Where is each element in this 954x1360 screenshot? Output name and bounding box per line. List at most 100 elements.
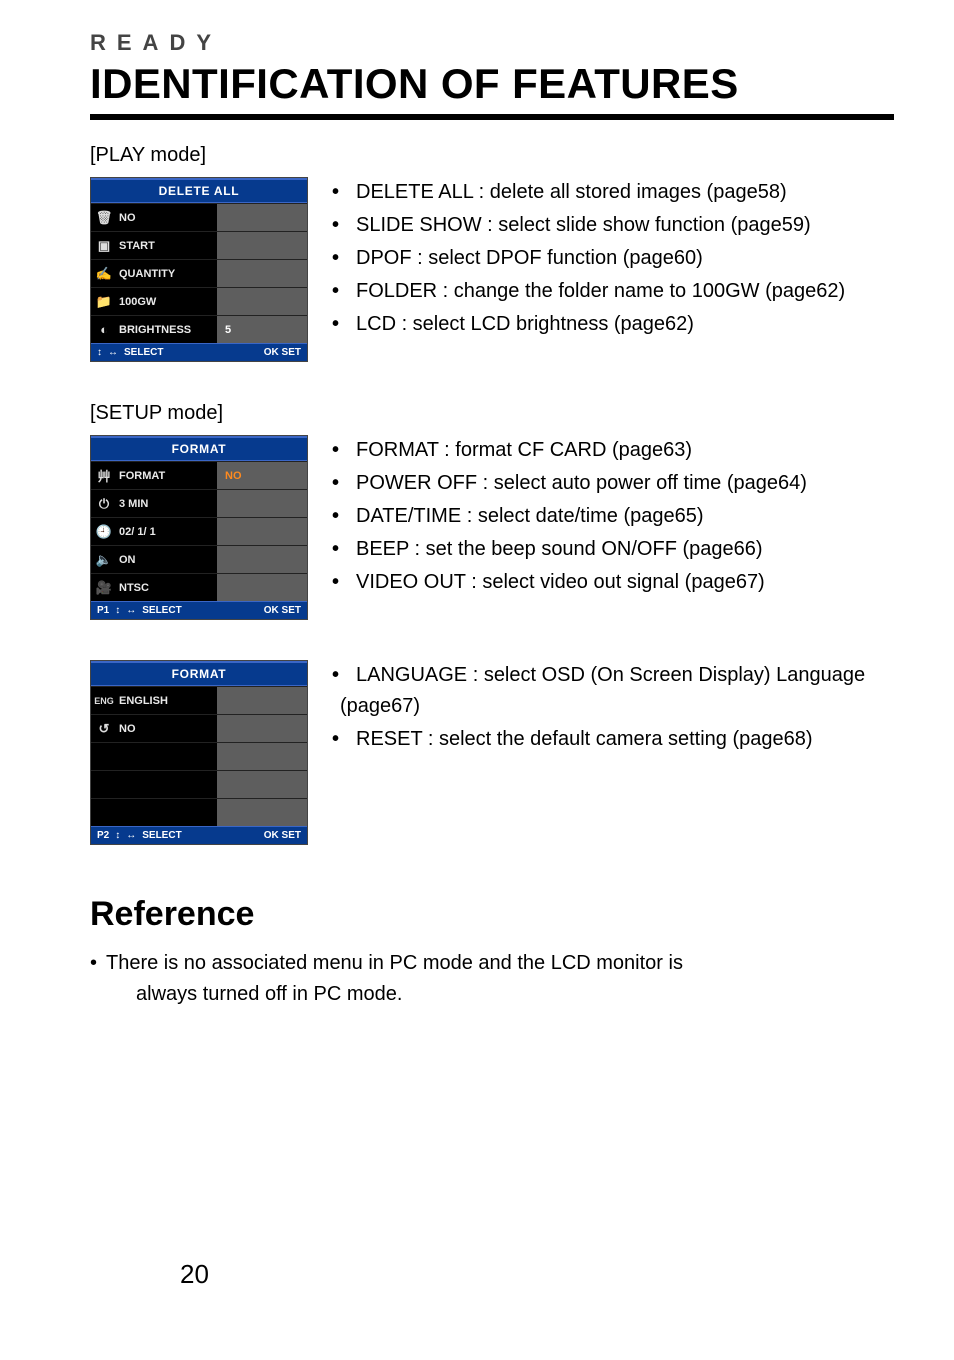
list-item: RESET : select the default camera settin…: [336, 724, 894, 755]
osd-row-value: [217, 232, 307, 259]
power-icon: ⏻: [91, 490, 117, 517]
osd-row[interactable]: ⾋ FORMAT NO: [91, 461, 307, 489]
kicker: READY: [90, 30, 894, 56]
osd-row[interactable]: ◐ BRIGHTNESS 5: [91, 315, 307, 343]
osd-row-label: NO: [117, 715, 217, 742]
page-number: 20: [180, 1259, 209, 1290]
osd-row-value: NO: [217, 462, 307, 489]
setup-osd-title: FORMAT: [91, 436, 307, 461]
osd-row-value: 5: [217, 316, 307, 343]
osd-row[interactable]: 🎥 NTSC: [91, 573, 307, 601]
trash-icon: 🗑: [91, 204, 117, 231]
osd-row[interactable]: ↺ NO: [91, 714, 307, 742]
setup-osd-title: FORMAT: [91, 661, 307, 686]
osd-footer-set: OK SET: [264, 830, 301, 841]
updown-icon: ↕: [115, 605, 120, 616]
speaker-icon: 🔈: [91, 546, 117, 573]
osd-row-blank: [91, 798, 307, 826]
osd-row-label: 100GW: [117, 288, 217, 315]
list-item: VIDEO OUT : select video out signal (pag…: [336, 567, 894, 598]
osd-row[interactable]: ENG ENGLISH: [91, 686, 307, 714]
list-item: LANGUAGE : select OSD (On Screen Display…: [336, 660, 894, 722]
osd-row-value: [217, 490, 307, 517]
osd-row-label: QUANTITY: [117, 260, 217, 287]
updown-icon: ↕: [97, 347, 102, 358]
play-osd-title: DELETE ALL: [91, 178, 307, 203]
reference-heading: Reference: [90, 895, 894, 934]
setup-osd-panel-2: FORMAT ENG ENGLISH ↺ NO P2: [90, 660, 308, 845]
osd-footer-page: P1: [97, 605, 109, 616]
osd-row-label: BRIGHTNESS: [117, 316, 217, 343]
osd-row-value: [217, 687, 307, 714]
osd-row[interactable]: ✍ QUANTITY: [91, 259, 307, 287]
reset-icon: ↺: [91, 715, 117, 742]
osd-footer-select: SELECT: [142, 830, 181, 841]
osd-row-value: [217, 574, 307, 601]
list-item: DELETE ALL : delete all stored images (p…: [336, 177, 894, 208]
list-item: SLIDE SHOW : select slide show function …: [336, 210, 894, 241]
osd-row-label: ENGLISH: [117, 687, 217, 714]
reference-line2: always turned off in PC mode.: [90, 979, 894, 1010]
setup-osd-panel-1: FORMAT ⾋ FORMAT NO ⏻ 3 MIN 🕘 02/ 1/ 1 🔈 …: [90, 435, 308, 620]
osd-row-label: 3 MIN: [117, 490, 217, 517]
osd-footer-page: P2: [97, 830, 109, 841]
osd-footer-select: SELECT: [124, 347, 163, 358]
osd-row[interactable]: 🕘 02/ 1/ 1: [91, 517, 307, 545]
list-item: LCD : select LCD brightness (page62): [336, 309, 894, 340]
osd-row-label: NO: [117, 204, 217, 231]
list-item: POWER OFF : select auto power off time (…: [336, 468, 894, 499]
osd-row-blank: [91, 742, 307, 770]
osd-row-value: [217, 260, 307, 287]
reference-line1: There is no associated menu in PC mode a…: [106, 952, 683, 974]
list-item: FORMAT : format CF CARD (page63): [336, 435, 894, 466]
osd-row-value: [217, 204, 307, 231]
play-mode-section: DELETE ALL 🗑 NO ▣ START ✍ QUANTITY 📁 100…: [90, 177, 894, 362]
osd-footer-set: OK SET: [264, 347, 301, 358]
video-icon: 🎥: [91, 574, 117, 601]
dpof-icon: ✍: [91, 260, 117, 287]
reference-text: • There is no associated menu in PC mode…: [90, 948, 894, 1010]
osd-row-value: [217, 546, 307, 573]
osd-row[interactable]: 📁 100GW: [91, 287, 307, 315]
osd-row-value: [217, 518, 307, 545]
slideshow-icon: ▣: [91, 232, 117, 259]
brightness-icon: ◐: [91, 316, 117, 343]
folder-icon: 📁: [91, 288, 117, 315]
osd-row[interactable]: ▣ START: [91, 231, 307, 259]
osd-row-label: START: [117, 232, 217, 259]
osd-row[interactable]: 🗑 NO: [91, 203, 307, 231]
bullet-icon: •: [90, 948, 106, 979]
osd-row-label: FORMAT: [117, 462, 217, 489]
osd-row-value: [217, 715, 307, 742]
setup-mode-desc-list-1: FORMAT : format CF CARD (page63) POWER O…: [336, 435, 894, 598]
play-mode-desc-list: DELETE ALL : delete all stored images (p…: [336, 177, 894, 340]
clock-icon: 🕘: [91, 518, 117, 545]
osd-row-label: 02/ 1/ 1: [117, 518, 217, 545]
leftright-icon: ↔: [126, 605, 136, 616]
list-item: FOLDER : change the folder name to 100GW…: [336, 276, 894, 307]
osd-footer-set: OK SET: [264, 605, 301, 616]
osd-row-label: NTSC: [117, 574, 217, 601]
language-icon: ENG: [91, 687, 117, 714]
play-osd-panel: DELETE ALL 🗑 NO ▣ START ✍ QUANTITY 📁 100…: [90, 177, 308, 362]
osd-footer: P2 ↕ ↔ SELECT OK SET: [91, 826, 307, 844]
osd-footer-select: SELECT: [142, 605, 181, 616]
osd-row-label: ON: [117, 546, 217, 573]
updown-icon: ↕: [115, 830, 120, 841]
osd-row-value: [217, 288, 307, 315]
setup-mode-desc-list-2: LANGUAGE : select OSD (On Screen Display…: [336, 660, 894, 755]
list-item: DPOF : select DPOF function (page60): [336, 243, 894, 274]
osd-row-blank: [91, 770, 307, 798]
setup-mode-label: [SETUP mode]: [90, 402, 894, 425]
leftright-icon: ↔: [126, 830, 136, 841]
osd-footer: P1 ↕ ↔ SELECT OK SET: [91, 601, 307, 619]
leftright-icon: ↔: [108, 347, 118, 358]
title-rule: [90, 114, 894, 120]
osd-row[interactable]: 🔈 ON: [91, 545, 307, 573]
list-item: DATE/TIME : select date/time (page65): [336, 501, 894, 532]
osd-footer: ↕ ↔ SELECT OK SET: [91, 343, 307, 361]
setup-mode-section-1: FORMAT ⾋ FORMAT NO ⏻ 3 MIN 🕘 02/ 1/ 1 🔈 …: [90, 435, 894, 620]
osd-row[interactable]: ⏻ 3 MIN: [91, 489, 307, 517]
play-mode-label: [PLAY mode]: [90, 144, 894, 167]
format-icon: ⾋: [91, 462, 117, 489]
